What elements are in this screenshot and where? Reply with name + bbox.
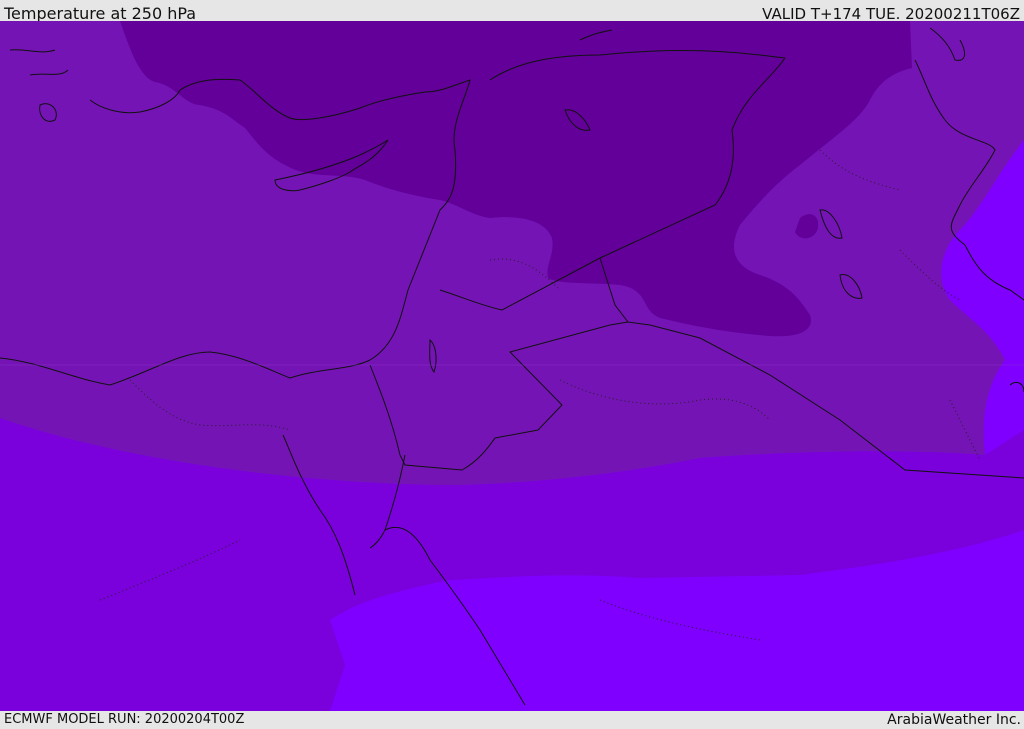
credit-label: ArabiaWeather Inc. bbox=[887, 712, 1021, 728]
temperature-map[interactable] bbox=[0, 21, 1024, 711]
model-run: ECMWF MODEL RUN: 20200204T00Z bbox=[4, 712, 245, 727]
